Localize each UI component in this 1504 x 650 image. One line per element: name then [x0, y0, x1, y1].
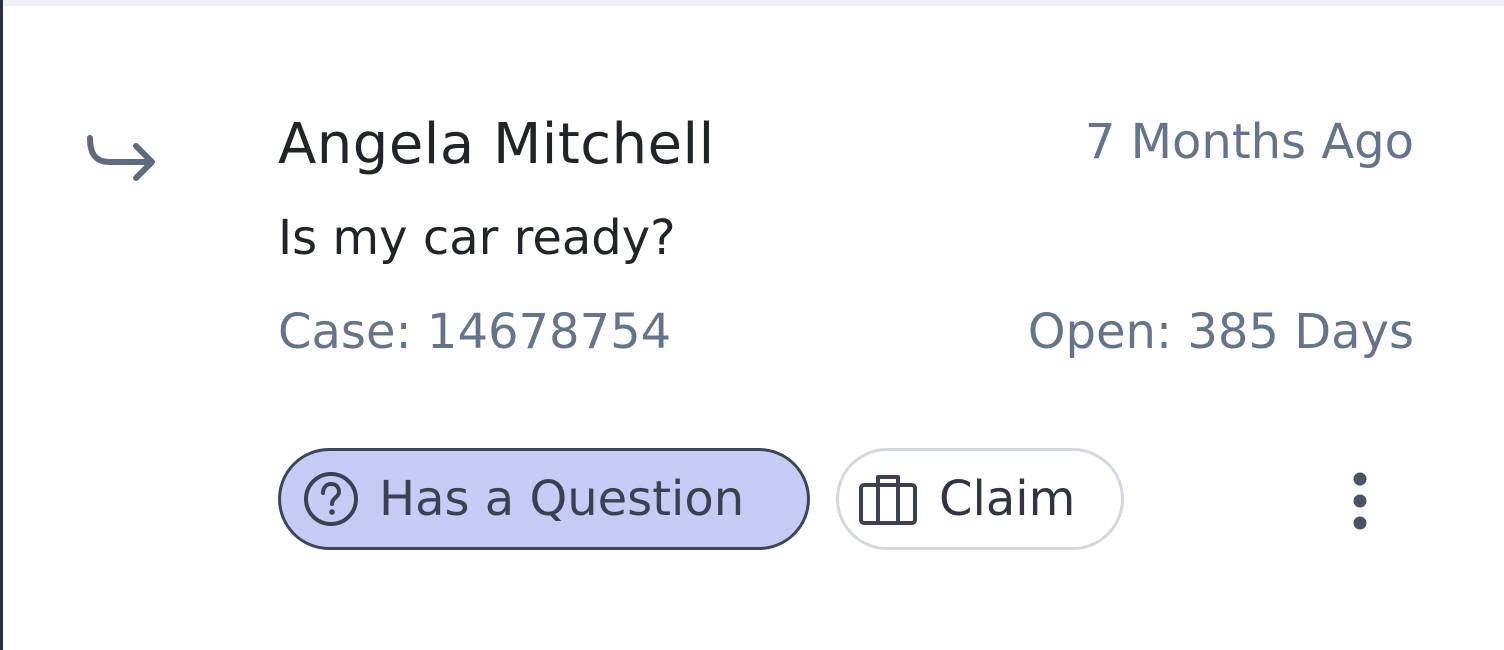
briefcase-icon — [859, 475, 917, 525]
vertical-dots-icon[interactable] — [1336, 466, 1384, 538]
contact-name: Angela Mitchell — [278, 112, 715, 177]
case-number: Case: 14678754 — [278, 304, 672, 360]
has-question-tag[interactable]: Has a Question — [278, 448, 810, 550]
has-question-label: Has a Question — [379, 471, 745, 527]
question-circle-icon — [304, 472, 358, 526]
claim-button[interactable]: Claim — [836, 448, 1124, 550]
left-divider — [0, 0, 3, 650]
message-preview: Is my car ready? — [278, 210, 676, 266]
claim-label: Claim — [939, 471, 1076, 527]
conversation-card: Angela Mitchell 7 Months Ago Is my car r… — [0, 0, 1504, 650]
last-activity-time: 7 Months Ago — [1084, 114, 1414, 170]
top-divider — [3, 0, 1504, 6]
reply-arrow-icon[interactable] — [84, 130, 160, 190]
open-duration: Open: 385 Days — [1027, 304, 1414, 360]
